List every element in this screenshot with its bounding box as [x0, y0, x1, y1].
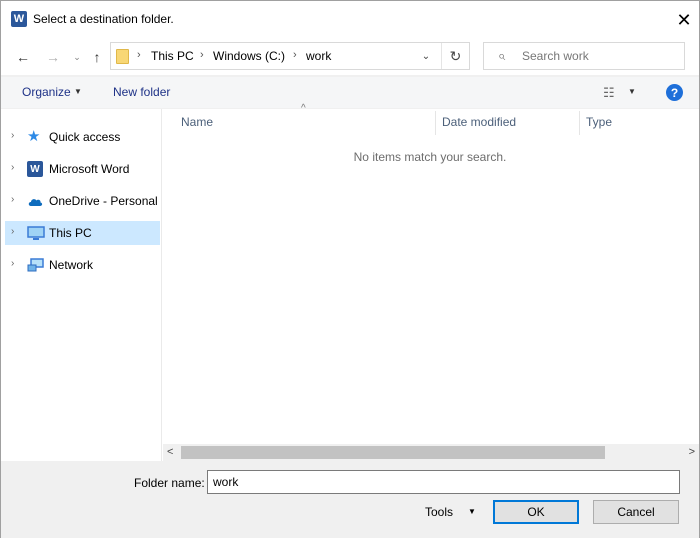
sidebar-item-label: OneDrive - Personal — [49, 194, 158, 208]
close-button[interactable]: ✕ — [669, 1, 699, 39]
folder-icon — [116, 49, 129, 64]
computer-icon — [27, 225, 45, 241]
dialog-footer: Folder name: Tools ▼ OK Cancel — [1, 462, 699, 538]
scrollbar-thumb[interactable] — [181, 446, 605, 459]
chevron-right-icon[interactable]: › — [11, 162, 14, 173]
breadcrumb-this-pc[interactable]: This PC — [151, 49, 194, 63]
new-folder-button[interactable]: New folder — [113, 85, 170, 99]
breadcrumb-separator-icon[interactable]: › — [293, 49, 297, 61]
search-input[interactable] — [522, 47, 672, 65]
sidebar-item-label: This PC — [49, 226, 92, 240]
empty-message: No items match your search. — [353, 150, 507, 164]
chevron-down-icon[interactable]: ▼ — [74, 87, 82, 96]
chevron-right-icon[interactable]: › — [11, 130, 14, 141]
main-content: › ★ Quick access › W Microsoft Word › On… — [1, 103, 699, 461]
sort-indicator-icon: ^ — [301, 103, 306, 114]
folder-name-input[interactable] — [207, 470, 680, 494]
window-title: Select a destination folder. — [33, 12, 174, 26]
ok-button[interactable]: OK — [493, 500, 579, 524]
star-icon: ★ — [27, 128, 41, 145]
chevron-down-icon[interactable]: ▼ — [468, 507, 476, 516]
breadcrumb-separator-icon[interactable]: › — [200, 49, 204, 61]
file-list[interactable]: ^ Name Date modified Type No items match… — [163, 103, 699, 461]
chevron-right-icon[interactable]: › — [11, 226, 14, 237]
scroll-right-icon[interactable]: > — [689, 446, 695, 458]
view-options-icon[interactable]: ☷ — [603, 85, 615, 101]
sidebar-item-label: Microsoft Word — [49, 162, 130, 176]
cloud-icon — [27, 193, 43, 209]
search-icon: ⌕ — [498, 48, 506, 63]
back-button[interactable]: ← — [13, 45, 33, 69]
column-header-type[interactable]: Type — [586, 115, 612, 129]
horizontal-scrollbar[interactable]: < > — [163, 444, 699, 461]
navigation-pane[interactable]: › ★ Quick access › W Microsoft Word › On… — [1, 109, 162, 461]
sidebar-item-label: Network — [49, 258, 94, 272]
breadcrumb-windows-c[interactable]: Windows (C:) — [213, 49, 285, 63]
help-icon[interactable]: ? — [666, 84, 683, 101]
breadcrumb-separator-icon[interactable]: › — [137, 49, 141, 61]
recent-locations-button[interactable]: ⌄ — [67, 45, 87, 69]
refresh-button[interactable]: ↻ — [441, 43, 469, 69]
sidebar-item-quick-access[interactable]: › ★ Quick access — [5, 125, 160, 149]
chevron-down-icon[interactable]: ▼ — [628, 87, 636, 96]
sidebar-item-this-pc[interactable]: › This PC — [5, 221, 160, 245]
scroll-left-icon[interactable]: < — [167, 446, 173, 458]
title-bar: W Select a destination folder. ✕ — [1, 1, 699, 39]
cancel-button[interactable]: Cancel — [593, 500, 679, 524]
chevron-right-icon[interactable]: › — [11, 258, 14, 269]
save-dialog: W Select a destination folder. ✕ ← → ⌄ ↑… — [0, 0, 700, 538]
chevron-right-icon[interactable]: › — [11, 194, 14, 205]
tools-button[interactable]: Tools — [425, 505, 453, 519]
sidebar-item-microsoft-word[interactable]: › W Microsoft Word — [5, 157, 160, 181]
chevron-down-icon[interactable]: ⌄ — [415, 43, 437, 69]
word-icon: W — [27, 161, 43, 177]
column-divider[interactable] — [579, 111, 580, 135]
breadcrumb-work[interactable]: work — [306, 49, 331, 63]
sidebar-item-onedrive[interactable]: › OneDrive - Personal — [5, 189, 160, 213]
column-header-date-modified[interactable]: Date modified — [442, 115, 516, 129]
network-icon — [27, 257, 44, 273]
command-bar: Organize ▼ New folder ☷ ▼ ? — [1, 77, 699, 108]
address-bar[interactable]: › This PC › Windows (C:) › work ⌄ ↻ — [110, 42, 470, 70]
word-icon: W — [11, 11, 27, 27]
sidebar-item-label: Quick access — [49, 130, 121, 144]
column-header-name[interactable]: Name — [181, 115, 213, 129]
sidebar-item-network[interactable]: › Network — [5, 253, 160, 277]
column-divider[interactable] — [435, 111, 436, 135]
forward-button[interactable]: → — [43, 45, 63, 69]
folder-name-label: Folder name: — [134, 476, 205, 490]
organize-button[interactable]: Organize — [22, 85, 71, 99]
navigation-bar: ← → ⌄ ↑ › This PC › Windows (C:) › work … — [1, 39, 699, 75]
search-box[interactable]: ⌕ — [483, 42, 685, 70]
up-button[interactable]: ↑ — [87, 45, 107, 69]
